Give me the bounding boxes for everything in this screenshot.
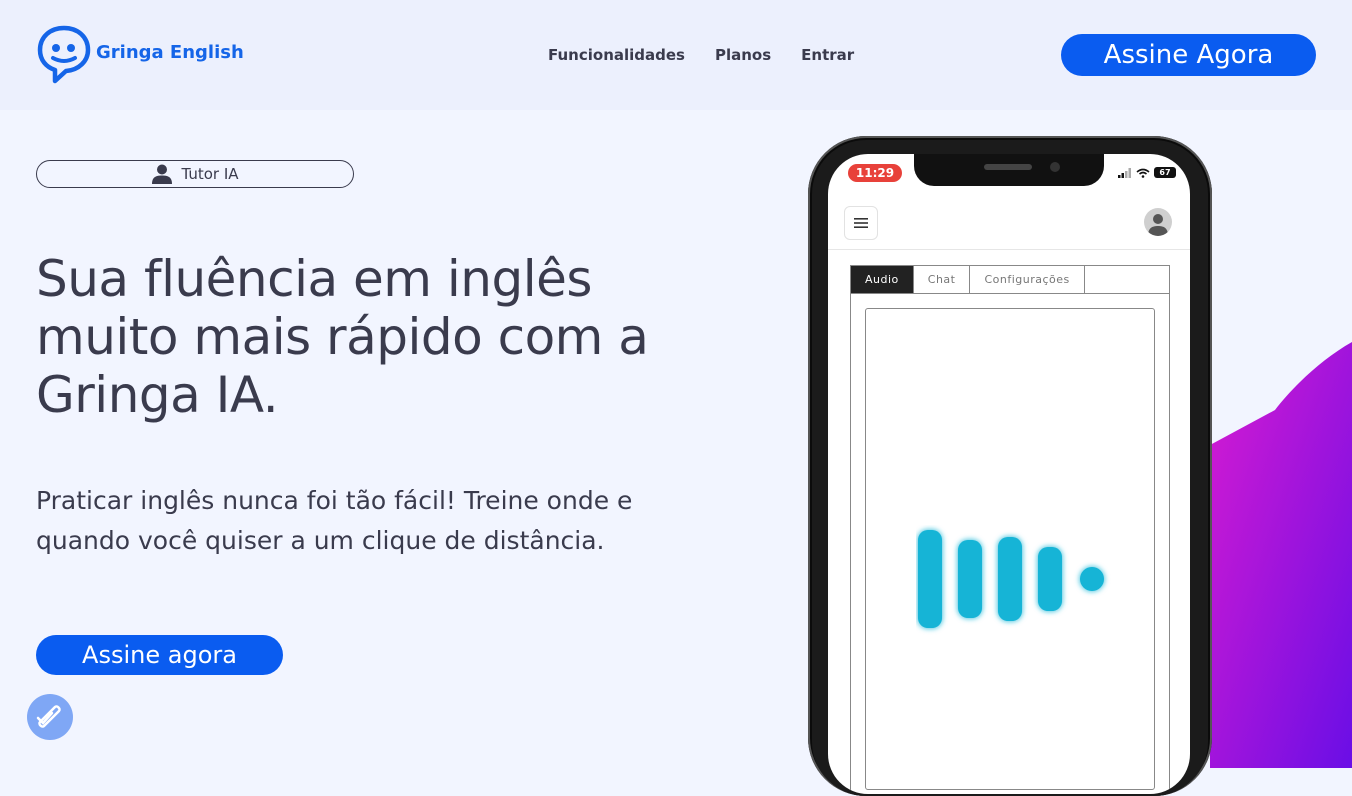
tab-audio[interactable]: Audio (851, 266, 914, 293)
floating-accessibility-button[interactable] (27, 694, 73, 740)
nav-link-entrar[interactable]: Entrar (801, 46, 854, 64)
hero-title: Sua fluência em inglês muito mais rápido… (36, 250, 649, 424)
brand-name: Gringa English (96, 41, 244, 63)
user-icon (152, 164, 173, 184)
audio-panel (865, 308, 1155, 790)
main-navigation: Funcionalidades Planos Entrar (548, 46, 854, 64)
app-tab-bar: Audio Chat Configurações (851, 266, 1169, 294)
menu-icon (854, 218, 868, 228)
site-header: Gringa English Funcionalidades Planos En… (0, 0, 1352, 110)
phone-screen: 11:29 67 Audio Chat Configurações (828, 154, 1190, 794)
app-tabs-panel: Audio Chat Configurações (850, 265, 1170, 794)
avatar-icon[interactable] (1144, 208, 1172, 236)
audio-wave-icon (918, 530, 1104, 628)
wifi-icon (1136, 168, 1150, 178)
nav-link-planos[interactable]: Planos (715, 46, 771, 64)
app-menu-button[interactable] (844, 206, 878, 240)
signal-icon (1118, 167, 1131, 178)
battery-icon: 67 (1154, 167, 1176, 178)
status-time: 11:29 (848, 164, 902, 182)
nav-link-funcionalidades[interactable]: Funcionalidades (548, 46, 685, 64)
phone-notch (914, 154, 1104, 186)
brand-logo[interactable]: Gringa English (37, 24, 244, 86)
status-icons: 67 (1118, 167, 1176, 178)
hero-subtitle: Praticar inglês nunca foi tão fácil! Tre… (36, 486, 633, 555)
phone-mockup: 11:29 67 Audio Chat Configurações (808, 136, 1212, 796)
subscribe-hero-button[interactable]: Assine agora (36, 635, 283, 675)
badge-label: Tutor IA (181, 165, 239, 183)
subscribe-header-button[interactable]: Assine Agora (1061, 34, 1316, 76)
badge-check-icon (36, 705, 61, 728)
tab-configuracoes[interactable]: Configurações (970, 266, 1085, 293)
tutor-ia-badge: Tutor IA (36, 160, 354, 188)
chat-bubble-logo-icon (37, 25, 91, 84)
tab-chat[interactable]: Chat (914, 266, 971, 293)
